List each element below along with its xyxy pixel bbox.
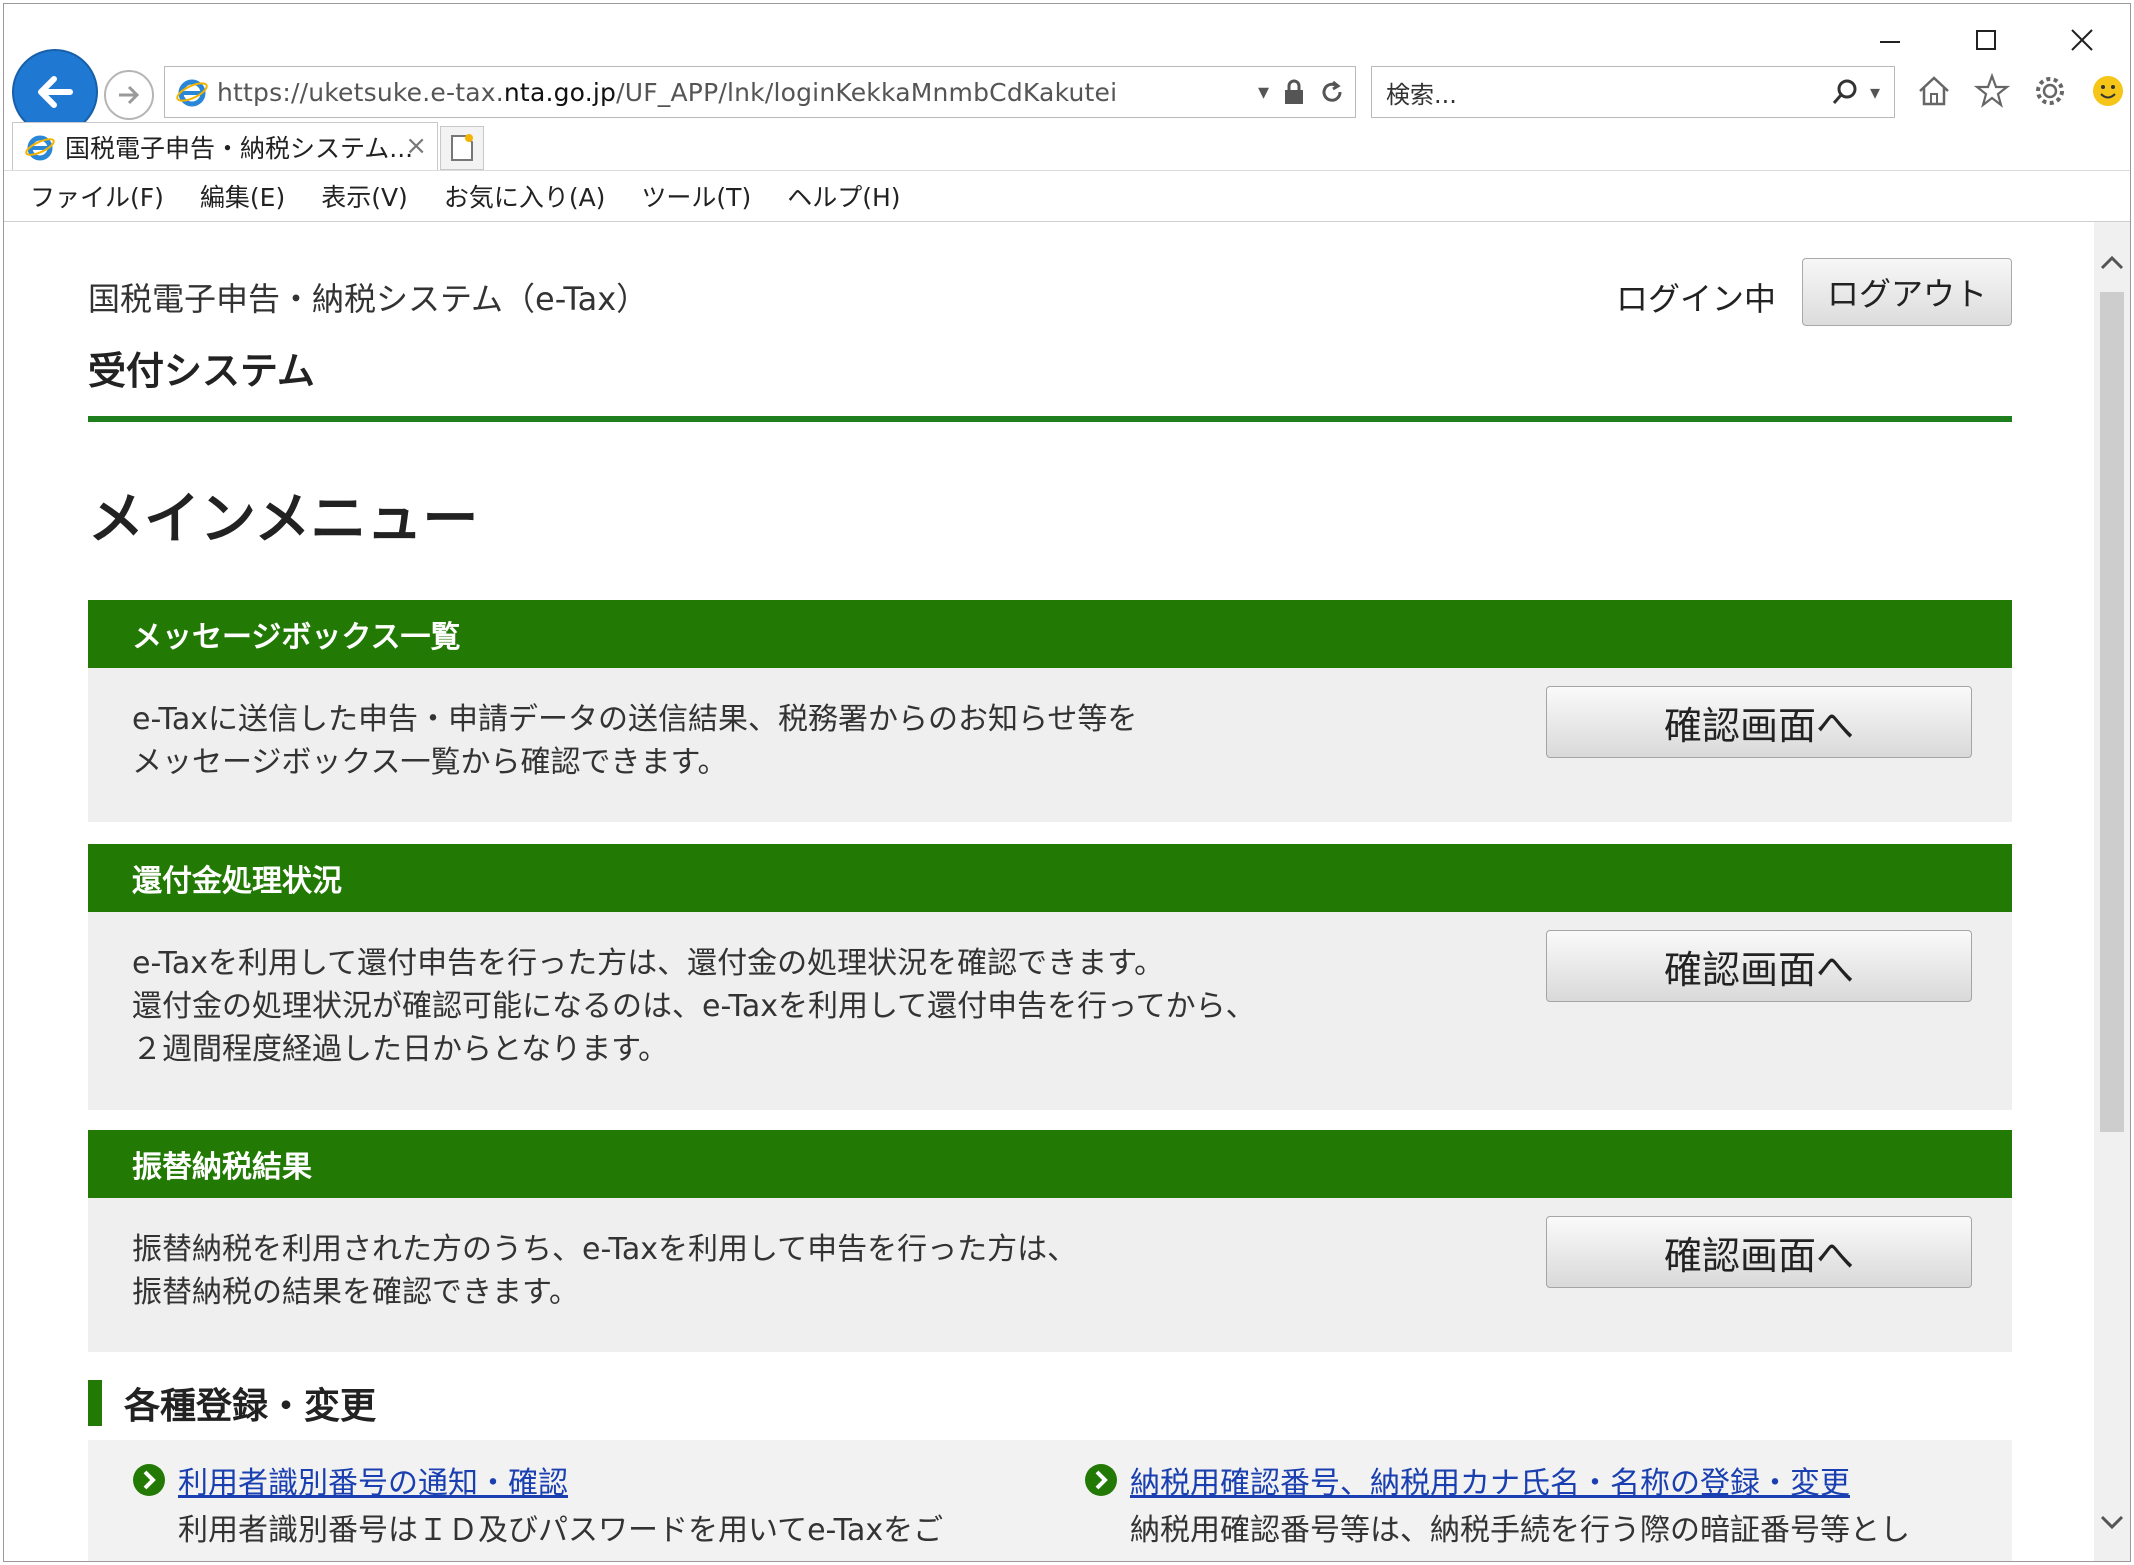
panel-heading: 振替納税結果 — [88, 1130, 2012, 1198]
panel-line: ２週間程度経過した日からとなります。 — [132, 1032, 669, 1067]
favorites-star-icon[interactable] — [1974, 73, 2010, 109]
refund-status-confirm-button[interactable]: 確認画面へ — [1546, 930, 1972, 1002]
menu-tools[interactable]: ツール(T) — [641, 178, 751, 214]
menu-edit[interactable]: 編集(E) — [200, 178, 285, 214]
section-title: 各種登録・変更 — [124, 1386, 377, 1427]
settings-gear-icon[interactable] — [2032, 73, 2068, 109]
panel-line: 振替納税を利用された方のうち、e-Taxを利用して申告を行った方は、 — [132, 1232, 1078, 1267]
ie-logo-icon — [23, 130, 57, 164]
menu-bar: ファイル(F) 編集(E) 表示(V) お気に入り(A) ツール(T) ヘルプ(… — [4, 170, 2130, 222]
panel-line: e-Taxを利用して還付申告を行った方は、還付金の処理状況を確認できます。 — [132, 946, 1165, 981]
system-title: 国税電子申告・納税システム（e-Tax） — [88, 280, 649, 318]
transfer-tax-confirm-button[interactable]: 確認画面へ — [1546, 1216, 1972, 1288]
search-bar[interactable]: 検索... ▾ — [1371, 66, 1895, 118]
menu-help[interactable]: ヘルプ(H) — [787, 178, 900, 214]
forward-button[interactable] — [104, 70, 154, 120]
link-label[interactable]: 納税用確認番号、納税用カナ氏名・名称の登録・変更 — [1130, 1458, 1850, 1502]
scroll-down-icon[interactable] — [2094, 1503, 2130, 1543]
search-placeholder: 検索... — [1386, 80, 1457, 109]
tab-title: 国税電子申告・納税システム... — [65, 134, 414, 163]
chevron-right-circle-icon — [1085, 1464, 1117, 1496]
message-box-panel: メッセージボックス一覧 e-Taxに送信した申告・申請データの送信結果、税務署か… — [88, 600, 2012, 822]
browser-window: https://uketsuke.e-tax.nta.go.jp/UF_APP/… — [3, 3, 2131, 1562]
tax-confirm-number-link[interactable]: 納税用確認番号、納税用カナ氏名・名称の登録・変更 — [1084, 1458, 1910, 1502]
search-dropdown-icon[interactable]: ▾ — [1870, 80, 1880, 104]
page-content: 国税電子申告・納税システム（e-Tax） 受付システム ログイン中 ログアウト … — [4, 222, 2092, 1561]
new-tab-icon — [451, 134, 473, 161]
panel-description: e-Taxに送信した申告・申請データの送信結果、税務署からのお知らせ等を メッセ… — [132, 698, 1137, 784]
panel-line: e-Taxに送信した申告・申請データの送信結果、税務署からのお知らせ等を — [132, 702, 1138, 737]
panel-line: 振替納税の結果を確認できます。 — [132, 1275, 579, 1310]
maximize-icon[interactable] — [1956, 18, 2016, 62]
panel-description: 振替納税を利用された方のうち、e-Taxを利用して申告を行った方は、 振替納税の… — [132, 1228, 1077, 1314]
tab-strip: 国税電子申告・納税システム... × — [4, 122, 2130, 171]
new-tab-button[interactable] — [440, 126, 484, 170]
menu-file[interactable]: ファイル(F) — [30, 178, 164, 214]
tab-active[interactable]: 国税電子申告・納税システム... × — [12, 122, 438, 171]
system-subtitle: 受付システム — [88, 349, 315, 393]
scroll-up-icon[interactable] — [2094, 242, 2130, 282]
forward-arrow-icon — [119, 85, 140, 105]
login-status: ログイン中 — [1616, 280, 1777, 318]
home-icon[interactable] — [1916, 73, 1952, 109]
panel-line: メッセージボックス一覧から確認できます。 — [132, 745, 728, 780]
registration-item: 利用者識別番号の通知・確認 利用者識別番号はＩＤ及びパスワードを用いてe-Tax… — [132, 1458, 943, 1552]
panel-heading: メッセージボックス一覧 — [88, 600, 2012, 668]
logout-button[interactable]: ログアウト — [1802, 258, 2012, 326]
registration-panel: 利用者識別番号の通知・確認 利用者識別番号はＩＤ及びパスワードを用いてe-Tax… — [88, 1440, 2012, 1561]
ie-logo-icon — [175, 75, 209, 109]
minimize-icon[interactable] — [1860, 18, 1920, 62]
transfer-tax-panel: 振替納税結果 振替納税を利用された方のうち、e-Taxを利用して申告を行った方は… — [88, 1130, 2012, 1352]
close-window-icon[interactable] — [2052, 18, 2112, 62]
url-path: /UF_APP/lnk/loginKekkaMnmbCdKakutei — [616, 77, 1118, 107]
search-icon[interactable] — [1830, 77, 1860, 107]
message-box-confirm-button[interactable]: 確認画面へ — [1546, 686, 1972, 758]
vertical-scrollbar[interactable] — [2094, 222, 2130, 1561]
refresh-icon[interactable] — [1319, 79, 1345, 105]
menu-view[interactable]: 表示(V) — [321, 178, 408, 214]
url-text: https://uketsuke.e-tax.nta.go.jp/UF_APP/… — [217, 78, 1117, 107]
smiley-feedback-icon[interactable] — [2090, 73, 2126, 109]
back-arrow-icon — [38, 76, 73, 108]
url-prefix: https://uketsuke.e-tax. — [217, 77, 504, 107]
link-description: 利用者識別番号はＩＤ及びパスワードを用いてe-Taxをご — [178, 1513, 944, 1548]
lock-icon[interactable] — [1283, 79, 1305, 105]
panel-description: e-Taxを利用して還付申告を行った方は、還付金の処理状況を確認できます。 還付… — [132, 942, 1256, 1071]
panel-heading: 還付金処理状況 — [88, 844, 2012, 912]
section-marker — [88, 1380, 102, 1426]
tab-close-icon[interactable]: × — [405, 131, 427, 161]
registration-item: 納税用確認番号、納税用カナ氏名・名称の登録・変更 納税用確認番号等は、納税手続を… — [1084, 1458, 1910, 1552]
address-bar[interactable]: https://uketsuke.e-tax.nta.go.jp/UF_APP/… — [164, 66, 1356, 118]
scroll-thumb[interactable] — [2100, 292, 2124, 1132]
link-label[interactable]: 利用者識別番号の通知・確認 — [178, 1458, 568, 1502]
url-domain: nta.go.jp — [503, 77, 617, 107]
registration-heading: 各種登録・変更 — [88, 1380, 377, 1427]
menu-favorites[interactable]: お気に入り(A) — [444, 178, 606, 214]
chevron-right-circle-icon — [133, 1464, 165, 1496]
header-divider — [88, 416, 2012, 422]
user-id-notice-link[interactable]: 利用者識別番号の通知・確認 — [132, 1458, 943, 1502]
panel-line: 還付金の処理状況が確認可能になるのは、e-Taxを利用して還付申告を行ってから、 — [132, 989, 1256, 1024]
address-dropdown-icon[interactable]: ▾ — [1258, 80, 1269, 105]
page-title: メインメニュー — [88, 487, 479, 552]
refund-status-panel: 還付金処理状況 e-Taxを利用して還付申告を行った方は、還付金の処理状況を確認… — [88, 844, 2012, 1110]
link-description: 納税用確認番号等は、納税手続を行う際の暗証番号等とし — [1130, 1513, 1910, 1548]
